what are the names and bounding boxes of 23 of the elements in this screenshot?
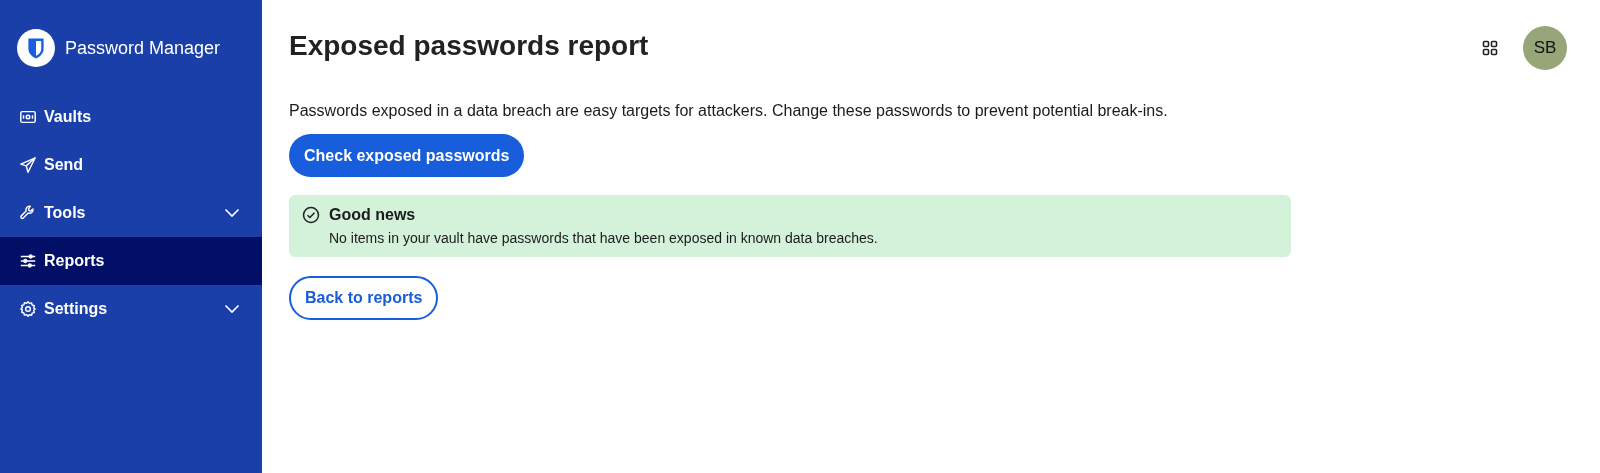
callout-message: No items in your vault have passwords that have been exposed in known data breaches. [329,230,879,246]
app-name: Password Manager [65,37,221,59]
check-circle-icon [302,206,320,224]
gear-icon [19,300,37,318]
sliders-icon [19,252,37,270]
nav-item[interactable]: Settings [0,285,262,333]
app-grid-icon[interactable] [1482,40,1498,56]
back-to-reports-button[interactable]: Back to reports [289,276,439,320]
chevron-icon[interactable] [224,208,240,218]
check-passwords-button[interactable]: Check exposed passwords [289,134,525,177]
nav-item[interactable]: Send [0,141,262,189]
user-avatar[interactable]: SB [1523,26,1567,70]
shield-logo-icon [17,29,55,67]
vault-icon [19,108,37,126]
nav-item[interactable]: Vaults [0,93,262,141]
paper-plane-icon [19,156,37,174]
callout-title: Good news [329,206,416,224]
nav-item[interactable]: Reports [0,237,262,285]
report-description: Passwords exposed in a data breach are easy targets for attackers. Change these passwords to prevent potential break-ins. [289,102,1169,120]
chevron-icon[interactable] [224,304,240,314]
nav-item[interactable]: Tools [0,189,262,237]
page-title: Exposed passwords report [289,30,649,62]
wrench-icon [19,204,37,222]
